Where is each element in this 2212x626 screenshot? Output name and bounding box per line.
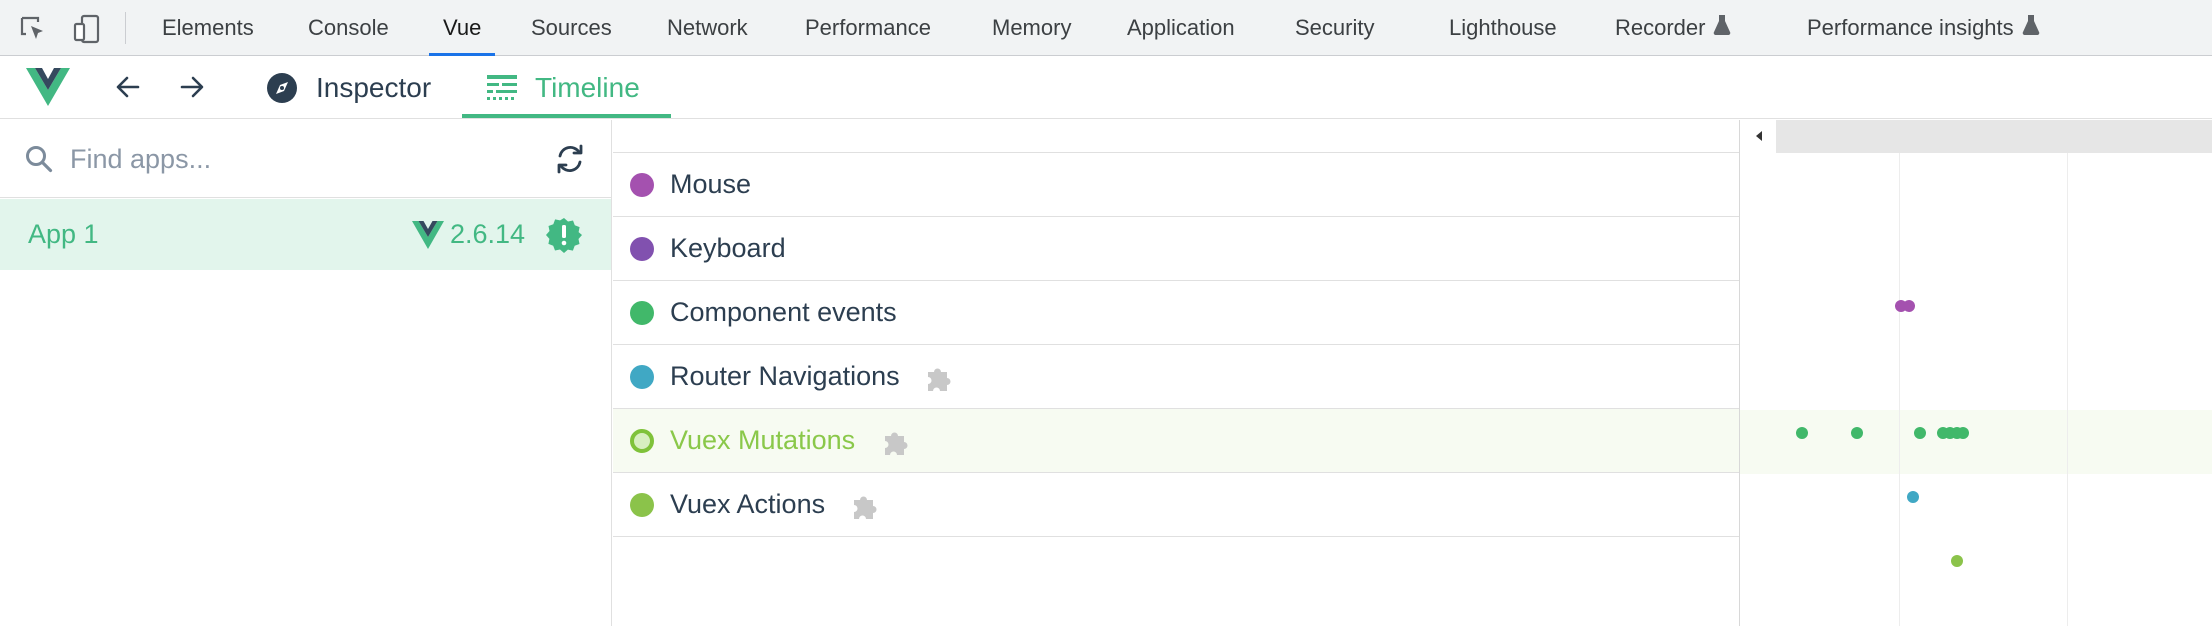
tab-recorder-label: Recorder xyxy=(1615,15,1706,40)
vue-logo-icon xyxy=(412,221,444,249)
router-event-marker[interactable] xyxy=(1907,491,1919,503)
back-arrow-icon[interactable] xyxy=(112,71,144,103)
tab-application[interactable]: Application xyxy=(1127,0,1235,56)
tab-recorder[interactable]: Recorder xyxy=(1615,0,1731,56)
layer-color-dot xyxy=(630,493,654,517)
timeline-graph[interactable] xyxy=(1739,120,2212,626)
tab-inspector-label: Inspector xyxy=(316,71,432,103)
tab-elements[interactable]: Elements xyxy=(162,0,254,56)
tab-timeline-label: Timeline xyxy=(535,71,640,103)
graph-scrollbar xyxy=(1740,120,2212,153)
tab-security[interactable]: Security xyxy=(1295,0,1374,56)
layer-row-mouse[interactable]: Mouse xyxy=(613,153,1739,217)
tab-memory[interactable]: Memory xyxy=(992,0,1071,56)
component-event-marker[interactable] xyxy=(1851,427,1863,439)
app-list-item[interactable]: App 1 2.6.14 xyxy=(0,199,611,270)
layer-row-vuex-mutations[interactable]: Vuex Mutations xyxy=(613,409,1739,473)
vue-logo[interactable] xyxy=(26,68,70,108)
layer-label: Component events xyxy=(670,297,897,327)
timeline-icon xyxy=(487,74,517,100)
search-input[interactable] xyxy=(70,138,510,180)
tab-inspector[interactable]: Inspector xyxy=(266,56,431,119)
layers-header xyxy=(613,120,1739,153)
component-event-marker[interactable] xyxy=(1796,427,1808,439)
tab-vue[interactable]: Vue xyxy=(428,0,496,56)
layer-color-dot xyxy=(630,429,654,453)
layer-row-router-navigations[interactable]: Router Navigations xyxy=(613,345,1739,409)
tab-timeline[interactable]: Timeline xyxy=(487,56,640,119)
layer-label: Keyboard xyxy=(670,233,786,263)
time-gridline xyxy=(1899,153,1900,626)
layer-label: Router Navigations xyxy=(670,361,900,391)
layer-row-keyboard[interactable]: Keyboard xyxy=(613,217,1739,281)
component-event-marker[interactable] xyxy=(1914,427,1926,439)
tab-performance[interactable]: Performance xyxy=(805,0,931,56)
vue-devtools-nav: Inspector Timeline xyxy=(0,56,2212,119)
toolbar-divider xyxy=(125,12,126,44)
vuex-mutation-marker[interactable] xyxy=(1951,555,1963,567)
active-tab-indicator xyxy=(462,114,671,118)
graph-selected-row xyxy=(1740,410,2212,474)
plugin-puzzle-icon xyxy=(928,368,951,391)
tab-network[interactable]: Network xyxy=(667,0,748,56)
layer-label: Vuex Actions xyxy=(670,489,826,519)
app-version: 2.6.14 xyxy=(450,219,526,249)
app-selector-panel: App 1 2.6.14 xyxy=(0,120,612,626)
collapse-arrow-icon[interactable] xyxy=(1752,128,1766,144)
plugin-puzzle-icon xyxy=(885,432,908,455)
layer-label: Vuex Mutations xyxy=(670,425,856,455)
layer-color-dot xyxy=(630,173,654,197)
mouse-event-marker[interactable] xyxy=(1903,300,1915,312)
layer-color-dot xyxy=(630,301,654,325)
app-name: App 1 xyxy=(28,219,99,249)
warning-badge-icon[interactable] xyxy=(546,217,582,253)
tab-performance-insights-label: Performance insights xyxy=(1807,15,2014,40)
tab-sources[interactable]: Sources xyxy=(531,0,612,56)
graph-scroll-track[interactable] xyxy=(1776,120,2212,153)
tab-lighthouse[interactable]: Lighthouse xyxy=(1449,0,1557,56)
refresh-icon[interactable] xyxy=(553,142,587,176)
flask-icon xyxy=(2022,15,2039,35)
time-gridline xyxy=(2067,153,2068,626)
layer-row-vuex-actions[interactable]: Vuex Actions xyxy=(613,473,1739,537)
search-icon xyxy=(26,146,53,173)
app-search-bar xyxy=(0,120,612,198)
compass-icon xyxy=(267,72,297,103)
device-toolbar-icon[interactable] xyxy=(72,14,102,44)
layer-label: Mouse xyxy=(670,169,752,199)
timeline-layers-list: Mouse Keyboard Component events Router N… xyxy=(613,120,1739,626)
forward-arrow-icon[interactable] xyxy=(176,71,208,103)
layer-row-component-events[interactable]: Component events xyxy=(613,281,1739,345)
component-event-marker[interactable] xyxy=(1957,427,1969,439)
flask-icon xyxy=(1714,15,1731,35)
layer-color-dot xyxy=(630,365,654,389)
plugin-puzzle-icon xyxy=(854,496,877,519)
devtools-tab-bar: Elements Console Vue Sources Network Per… xyxy=(0,0,2212,56)
tab-performance-insights[interactable]: Performance insights xyxy=(1807,0,2040,56)
tab-console[interactable]: Console xyxy=(308,0,389,56)
inspect-element-icon[interactable] xyxy=(18,14,48,44)
layer-color-dot xyxy=(630,237,654,261)
